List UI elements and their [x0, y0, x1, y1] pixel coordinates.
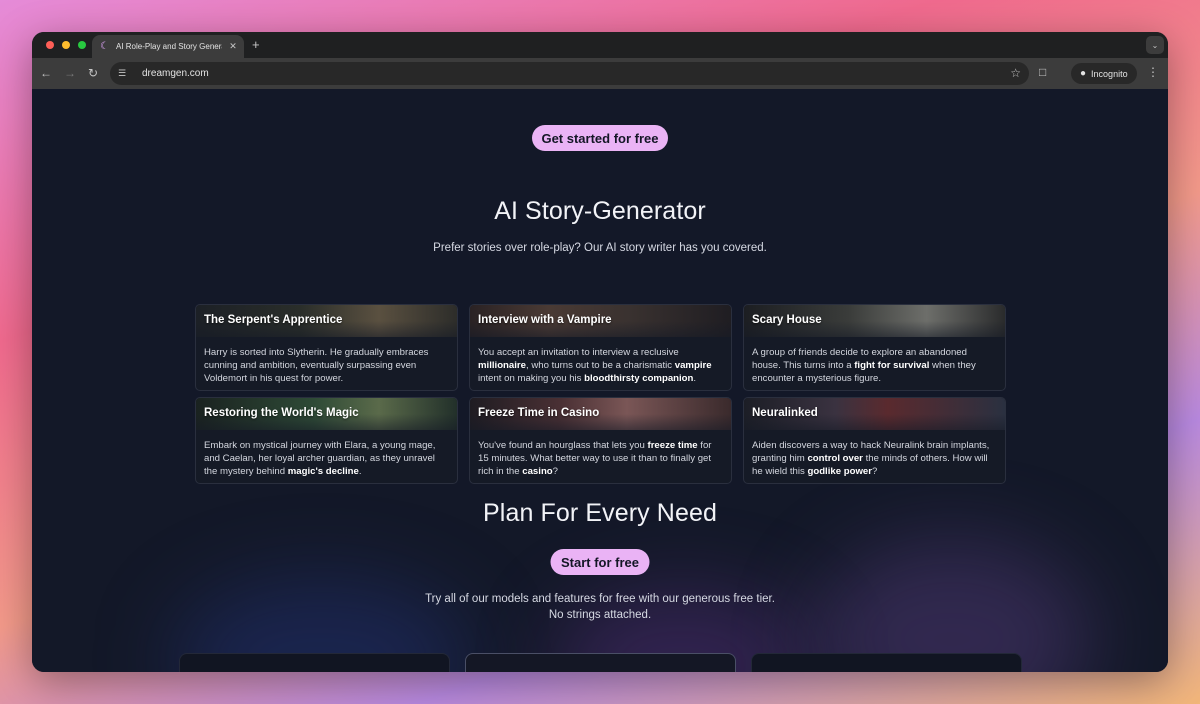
story-card-freeze-time[interactable]: Freeze Time in Casino You've found an ho… [469, 397, 732, 484]
reload-icon[interactable]: ↻ [86, 66, 100, 80]
new-tab-button[interactable]: + [252, 38, 260, 51]
story-card-title: The Serpent's Apprentice [204, 314, 343, 326]
story-card-description: You accept an invitation to interview a … [478, 347, 712, 384]
tab-strip: ☾ AI Role-Play and Story Generator ✕ + ⌄ [32, 32, 1168, 58]
incognito-badge[interactable]: ● Incognito [1071, 63, 1137, 84]
story-card-description: Harry is sorted into Slytherin. He gradu… [204, 347, 429, 384]
site-settings-icon[interactable]: ☰ [118, 68, 132, 79]
get-started-button[interactable]: Get started for free [532, 125, 668, 151]
close-icon[interactable]: ✕ [228, 41, 238, 52]
tab-title: AI Role-Play and Story Generator [116, 42, 222, 51]
plan-card[interactable] [465, 653, 736, 672]
browser-toolbar: ← → ↻ ☰ dreamgen.com ☆ □ ● Incognito ⋮ [32, 58, 1168, 89]
extensions-puzzle-icon[interactable]: □ [1039, 65, 1046, 79]
story-card-title: Neuralinked [752, 407, 818, 419]
forward-arrow-icon[interactable]: → [63, 66, 77, 80]
close-window-button[interactable] [46, 41, 54, 49]
plans-subtitle-line1: Try all of our models and features for f… [425, 593, 775, 605]
incognito-label: Incognito [1091, 68, 1128, 79]
plan-cards-row [179, 653, 1022, 672]
story-card-description: Aiden discovers a way to hack Neuralink … [752, 440, 990, 477]
story-card-interview-vampire[interactable]: Interview with a Vampire You accept an i… [469, 304, 732, 391]
story-card-title: Scary House [752, 314, 822, 326]
browser-window: ☾ AI Role-Play and Story Generator ✕ + ⌄… [32, 32, 1168, 672]
minimize-window-button[interactable] [62, 41, 70, 49]
plans-section-subtitle: Try all of our models and features for f… [32, 591, 1168, 623]
story-card-grid: The Serpent's Apprentice Harry is sorted… [195, 304, 1006, 484]
maximize-window-button[interactable] [78, 41, 86, 49]
window-controls [46, 41, 86, 49]
url-text[interactable]: dreamgen.com [142, 68, 209, 79]
story-card-description: A group of friends decide to explore an … [752, 347, 976, 384]
story-card-title: Interview with a Vampire [478, 314, 612, 326]
address-bar[interactable]: ☰ dreamgen.com ☆ [110, 62, 1029, 85]
active-tab[interactable]: ☾ AI Role-Play and Story Generator ✕ [92, 35, 244, 58]
page-content: Get started for free AI Story-Generator … [32, 89, 1168, 672]
bookmark-star-icon[interactable]: ☆ [1010, 66, 1021, 80]
story-card-neuralinked[interactable]: Neuralinked Aiden discovers a way to hac… [743, 397, 1006, 484]
story-section-subtitle: Prefer stories over role-play? Our AI st… [433, 242, 767, 254]
story-card-title: Freeze Time in Casino [478, 407, 600, 419]
story-card-restoring-magic[interactable]: Restoring the World's Magic Embark on my… [195, 397, 458, 484]
plan-card[interactable] [751, 653, 1022, 672]
story-section-heading: AI Story-Generator [494, 197, 706, 225]
back-arrow-icon[interactable]: ← [39, 66, 53, 80]
plans-subtitle-line2: No strings attached. [548, 609, 652, 621]
plan-card[interactable] [179, 653, 450, 672]
story-card-description: Embark on mystical journey with Elara, a… [204, 440, 436, 477]
incognito-icon: ● [1080, 68, 1087, 79]
story-card-description: You've found an hourglass that lets you … [478, 440, 712, 477]
story-card-title: Restoring the World's Magic [204, 407, 359, 419]
story-card-scary-house[interactable]: Scary House A group of friends decide to… [743, 304, 1006, 391]
story-card-serpents-apprentice[interactable]: The Serpent's Apprentice Harry is sorted… [195, 304, 458, 391]
moon-icon: ☾ [100, 40, 109, 52]
chevron-down-icon[interactable]: ⌄ [1146, 36, 1164, 54]
plans-section-heading: Plan For Every Need [483, 499, 717, 527]
start-for-free-button[interactable]: Start for free [550, 549, 650, 575]
more-menu-icon[interactable]: ⋮ [1147, 65, 1159, 79]
